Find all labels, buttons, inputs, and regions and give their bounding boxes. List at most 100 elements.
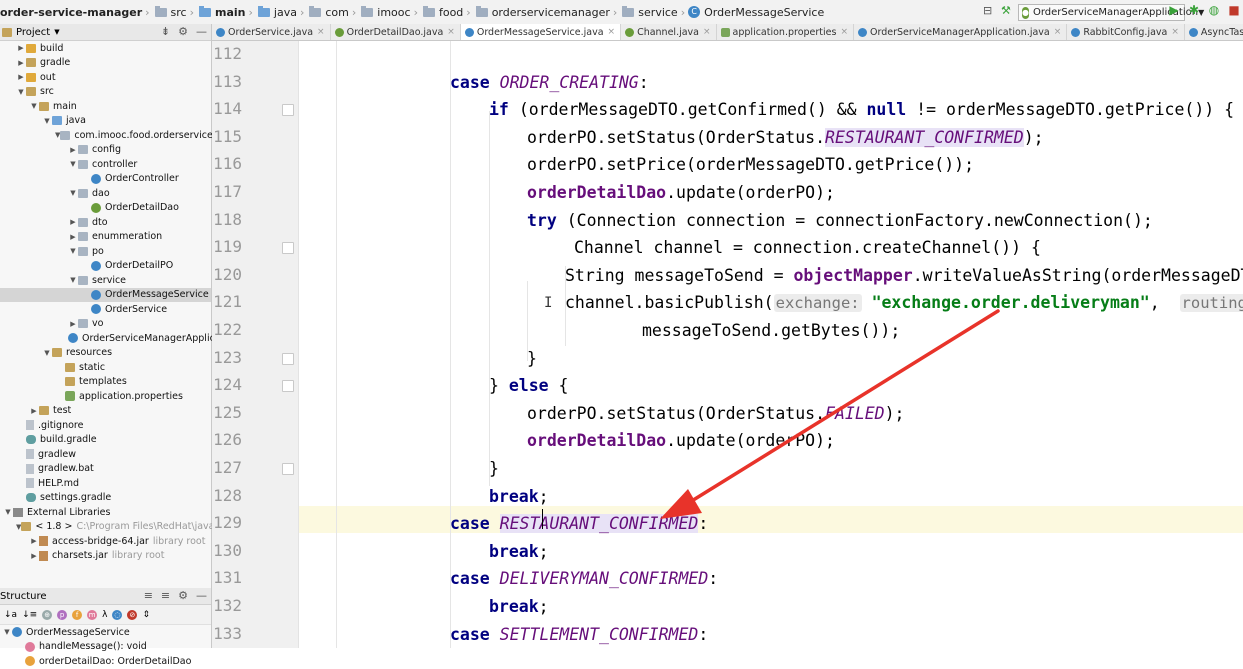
tree-item[interactable]: ▼ po	[0, 244, 211, 259]
tree-item[interactable]: ▼ controller	[0, 157, 211, 172]
code-line[interactable]: case DELIVERYMAN_CONFIRMED:	[450, 569, 718, 589]
tree-item[interactable]: OrderService	[0, 302, 211, 317]
expanded-arrow-icon[interactable]: ▼	[68, 189, 78, 197]
collapse-all-icon[interactable]: ≡	[161, 589, 170, 602]
tree-item[interactable]: application.properties	[0, 389, 211, 404]
code-line[interactable]: break;	[489, 487, 549, 507]
hide-panel-icon[interactable]: —	[196, 25, 207, 38]
tree-item[interactable]: ▼ dao	[0, 186, 211, 201]
tree-item[interactable]: OrderDetailDao	[0, 201, 211, 216]
editor-tab[interactable]: AsyncTaskConfig.java×	[1185, 24, 1243, 40]
editor-tab[interactable]: Channel.java ×	[621, 24, 717, 40]
code-line[interactable]: orderDetailDao.update(orderPO);	[527, 183, 835, 203]
fold-toggle-icon[interactable]	[282, 352, 294, 365]
run-icon[interactable]: ▶	[1167, 3, 1181, 17]
code-line[interactable]: channel.basicPublish(exchange: "exchange…	[565, 293, 1243, 313]
tree-item[interactable]: settings.gradle	[0, 491, 211, 506]
settings-gear-icon[interactable]: ⚙	[178, 589, 188, 602]
expand-all-icon[interactable]: ≡	[144, 589, 153, 602]
collapsed-arrow-icon[interactable]: ▶	[16, 73, 26, 81]
expanded-arrow-icon[interactable]: ▼	[16, 88, 26, 96]
expanded-arrow-icon[interactable]: ▼	[68, 247, 78, 255]
tree-item[interactable]: HELP.md	[0, 476, 211, 491]
tree-item[interactable]: ▼ OrderMessageService	[0, 625, 211, 640]
tree-item[interactable]: handleMessage(): void	[0, 640, 211, 655]
tree-item[interactable]: ▶ charsets.jar library root	[0, 549, 211, 564]
code-line[interactable]: orderPO.setStatus(OrderStatus.FAILED);	[527, 404, 905, 424]
breadcrumb-item[interactable]: › imooc	[349, 5, 411, 19]
editor-tab[interactable]: OrderDetailDao.java ×	[331, 24, 461, 40]
code-line[interactable]: try (Connection connection = connectionF…	[527, 211, 1153, 231]
close-tab-icon[interactable]: ×	[317, 27, 325, 37]
tree-item[interactable]: ▶ build	[0, 41, 211, 56]
show-lambdas-icon[interactable]: λ	[102, 610, 107, 620]
breadcrumb-item[interactable]: › C OrderMessageService	[678, 6, 825, 19]
breadcrumb-item[interactable]: › com	[297, 5, 349, 19]
close-tab-icon[interactable]: ×	[608, 27, 616, 37]
code-line[interactable]: break;	[489, 597, 549, 617]
fold-toggle-icon[interactable]	[282, 463, 294, 475]
hide-panel-icon[interactable]: —	[196, 589, 207, 602]
code-line[interactable]: orderDetailDao.update(orderPO);	[527, 431, 835, 451]
build-icon[interactable]: ⚒	[1001, 4, 1011, 17]
breadcrumb-item[interactable]: › src	[142, 5, 187, 19]
tree-item[interactable]: ▶ access-bridge-64.jar library root	[0, 534, 211, 549]
collapsed-arrow-icon[interactable]: ▶	[29, 537, 39, 545]
close-tab-icon[interactable]: ×	[1171, 27, 1179, 37]
run-configuration-select[interactable]: ● OrderServiceManagerApplication ▼	[1018, 4, 1204, 21]
debug-icon[interactable]: ✱	[1187, 3, 1201, 17]
collapsed-arrow-icon[interactable]: ▶	[16, 59, 26, 67]
show-anonymous-icon[interactable]: ◌	[112, 609, 123, 620]
tree-item[interactable]: ▶ out	[0, 70, 211, 85]
breadcrumb-item[interactable]: › service	[610, 5, 678, 19]
expanded-arrow-icon[interactable]: ▼	[68, 276, 78, 284]
code-line[interactable]: case SETTLEMENT_CONFIRMED:	[450, 625, 708, 645]
editor-tab[interactable]: OrderServiceManagerApplication.java ×	[854, 24, 1068, 40]
settings-gear-icon[interactable]: ⚙	[178, 25, 188, 38]
editor-tab[interactable]: OrderMessageService.java ×	[460, 24, 622, 40]
collapsed-arrow-icon[interactable]: ▶	[68, 320, 78, 328]
tree-item[interactable]: ▼ java	[0, 114, 211, 129]
breadcrumb-item[interactable]: › main	[187, 5, 246, 19]
fold-toggle-icon[interactable]	[282, 242, 294, 255]
expanded-arrow-icon[interactable]: ▼	[68, 160, 78, 168]
project-structure-icon[interactable]: ⊟	[983, 4, 992, 17]
collapsed-arrow-icon[interactable]: ▶	[68, 146, 78, 154]
tree-item[interactable]: ▶ gradle	[0, 56, 211, 71]
tree-item[interactable]: orderDetailDao: OrderDetailDao	[0, 654, 211, 669]
expanded-arrow-icon[interactable]: ▼	[3, 508, 13, 516]
tree-item[interactable]: build.gradle	[0, 433, 211, 448]
code-line[interactable]: case ORDER_CREATING:	[450, 73, 649, 93]
fold-toggle-icon[interactable]	[282, 104, 294, 117]
editor-tab[interactable]: RabbitConfig.java ×	[1067, 24, 1185, 40]
collapsed-arrow-icon[interactable]: ▶	[29, 407, 39, 415]
expand-icon[interactable]: ⇕	[142, 610, 150, 620]
tree-item[interactable]: static	[0, 360, 211, 375]
collapsed-arrow-icon[interactable]: ▶	[29, 552, 39, 560]
code-line[interactable]: break;	[489, 542, 549, 562]
tree-item[interactable]: .gitignore	[0, 418, 211, 433]
tree-item[interactable]: ▼ service	[0, 273, 211, 288]
code-line[interactable]: if (orderMessageDTO.getConfirmed() && nu…	[489, 100, 1234, 120]
tree-item[interactable]: OrderServiceManagerApplication	[0, 331, 239, 346]
code-line[interactable]: messageToSend.getBytes());	[642, 321, 900, 341]
code-line[interactable]: case RESTAURANT_CONFIRMED:	[450, 514, 708, 534]
editor-tab[interactable]: OrderService.java ×	[212, 24, 331, 40]
tree-item[interactable]: templates	[0, 375, 211, 390]
tree-item[interactable]: ▶ enummeration	[0, 230, 211, 245]
code-line[interactable]: }	[527, 349, 537, 369]
code-line[interactable]: String messageToSend = objectMapper.writ…	[565, 266, 1243, 286]
code-line[interactable]: orderPO.setStatus(OrderStatus.RESTAURANT…	[527, 127, 1044, 148]
project-panel-title[interactable]: Project	[16, 27, 50, 38]
expanded-arrow-icon[interactable]: ▼	[42, 349, 52, 357]
structure-panel-title[interactable]: Structure	[0, 591, 47, 602]
expanded-arrow-icon[interactable]: ▼	[29, 102, 39, 110]
close-tab-icon[interactable]: ×	[703, 27, 711, 37]
collapsed-arrow-icon[interactable]: ▶	[16, 44, 26, 52]
tree-item[interactable]: OrderDetailPO	[0, 259, 211, 274]
sort-alpha-icon[interactable]: ↓a	[4, 610, 17, 620]
breadcrumb-item[interactable]: › orderservicemanager	[463, 5, 610, 19]
coverage-icon[interactable]: ◍	[1207, 3, 1221, 17]
tree-item[interactable]: ▶ config	[0, 143, 211, 158]
tree-item[interactable]: gradlew.bat	[0, 462, 211, 477]
